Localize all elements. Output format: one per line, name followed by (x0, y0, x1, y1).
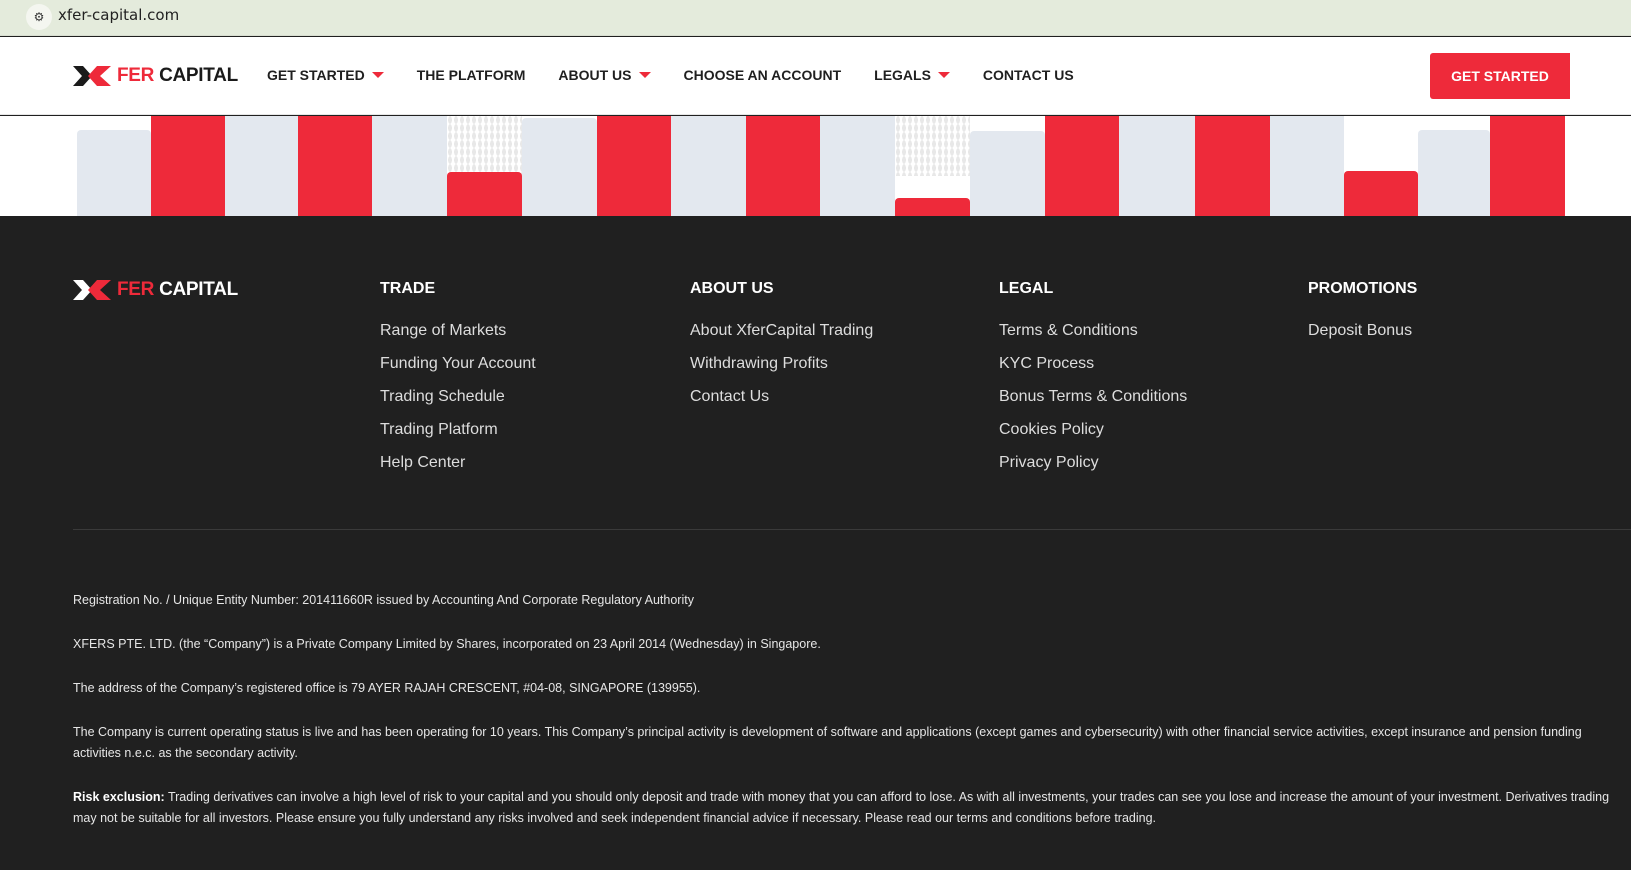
red-bar (746, 116, 820, 216)
footer-column-legal: LEGAL Terms & Conditions KYC Process Bonus … (999, 280, 1187, 487)
footer-link[interactable]: Privacy Policy (999, 454, 1187, 474)
footer-link[interactable]: Trading Platform (380, 421, 536, 441)
nav-item-about-us[interactable]: ABOUT US (558, 67, 651, 83)
chevron-down-icon (638, 72, 651, 78)
footer-divider (73, 529, 1631, 530)
get-started-button[interactable]: GET STARTED (1430, 53, 1570, 99)
logo-fer: FER (117, 279, 155, 300)
risk-body: Trading derivatives can involve a high l… (73, 790, 1610, 825)
nav-item-label: GET STARTED (267, 67, 365, 83)
decorative-bars (0, 116, 1631, 216)
footer-column-about-us: ABOUT US About XferCapital Trading Withdra… (690, 280, 873, 421)
logo-capital: CAPITAL (159, 279, 238, 300)
footer-link[interactable]: Help Center (380, 454, 536, 474)
footer-column-title: PROMOTIONS (1308, 280, 1418, 297)
gray-bar (522, 118, 597, 216)
footer-logo[interactable]: FER CAPITAL (73, 278, 238, 302)
footer-column-title: LEGAL (999, 280, 1054, 297)
gray-bar (970, 131, 1045, 216)
red-bar (1045, 116, 1119, 216)
footer-column-title: ABOUT US (690, 280, 774, 297)
nav-item-the-platform[interactable]: THE PLATFORM (417, 67, 526, 83)
url-text[interactable]: xfer-capital.com (58, 6, 179, 24)
red-bar (1195, 116, 1270, 216)
red-bar (298, 116, 372, 216)
footer-column-promotions: PROMOTIONS Deposit Bonus (1308, 280, 1417, 355)
gray-bar (1270, 116, 1344, 216)
logo-x-icon (73, 280, 111, 300)
header-nav: FER CAPITAL GET STARTED THE PLATFORM ABOUT… (0, 37, 1631, 115)
footer-link[interactable]: Terms & Conditions (999, 322, 1187, 342)
red-bar (447, 172, 522, 216)
company-text: XFERS PTE. LTD. (the “Company”) is a Pri… (73, 637, 821, 651)
gray-bar (820, 116, 895, 216)
gray-bar (225, 116, 298, 216)
risk-label: Risk exclusion: (73, 790, 165, 804)
footer-link[interactable]: KYC Process (999, 355, 1187, 375)
footer-link[interactable]: Range of Markets (380, 322, 536, 342)
nav-item-contact-us[interactable]: CONTACT US (983, 67, 1074, 83)
dot-pattern (895, 116, 970, 176)
status-text: The Company is current operating status … (73, 725, 1582, 760)
red-bar (1490, 116, 1565, 216)
logo-fer: FER (117, 65, 155, 86)
gray-bar (1418, 130, 1490, 216)
red-bar (895, 198, 970, 216)
legal-text: Registration No. / Unique Entity Number:… (73, 590, 1623, 852)
gray-bar (77, 130, 151, 216)
footer-link[interactable]: Cookies Policy (999, 421, 1187, 441)
footer-link[interactable]: Trading Schedule (380, 388, 536, 408)
footer-column-trade: TRADE Range of Markets Funding Your Accoun… (380, 280, 536, 487)
footer-link[interactable]: Bonus Terms & Conditions (999, 388, 1187, 408)
site-logo[interactable]: FER CAPITAL (73, 64, 238, 88)
browser-address-bar: ⚙ xfer-capital.com (0, 0, 1631, 36)
footer-link[interactable]: Funding Your Account (380, 355, 536, 375)
gray-bar (671, 116, 746, 216)
gray-bar (1119, 116, 1195, 216)
nav-item-label: CONTACT US (982, 67, 1074, 83)
url-pill[interactable] (22, 4, 1631, 30)
footer-link[interactable]: Contact Us (690, 388, 873, 408)
footer-link[interactable]: Withdrawing Profits (690, 355, 873, 375)
footer-link[interactable]: Deposit Bonus (1308, 322, 1417, 342)
chevron-down-icon (937, 72, 950, 78)
nav-item-label: ABOUT US (558, 67, 632, 83)
nav-item-choose-an-account[interactable]: CHOOSE AN ACCOUNT (684, 67, 842, 83)
address-text: The address of the Company’s registered … (73, 681, 701, 695)
logo-x-icon (73, 66, 111, 86)
footer-link[interactable]: About XferCapital Trading (690, 322, 873, 342)
chevron-down-icon (371, 72, 384, 78)
registration-text: Registration No. / Unique Entity Number:… (73, 593, 694, 607)
dot-pattern (447, 116, 522, 176)
footer: FER CAPITAL TRADE Range of Markets Funding… (0, 216, 1631, 870)
red-bar (597, 116, 671, 216)
risk-text: Risk exclusion: Trading derivatives can … (73, 787, 1623, 829)
main-menu: GET STARTED THE PLATFORM ABOUT US CHOOSE AN… (267, 67, 1107, 83)
nav-item-get-started[interactable]: GET STARTED (267, 67, 384, 83)
nav-item-label: LEGALS (874, 67, 931, 83)
footer-column-title: TRADE (380, 280, 436, 297)
red-bar (1344, 171, 1418, 216)
nav-item-legals[interactable]: LEGALS (874, 67, 950, 83)
nav-item-label: CHOOSE AN ACCOUNT (683, 67, 842, 83)
logo-capital: CAPITAL (159, 65, 238, 86)
nav-item-label: THE PLATFORM (416, 67, 526, 83)
red-bar (151, 116, 225, 216)
tune-icon[interactable]: ⚙ (26, 4, 52, 30)
gray-bar (372, 116, 447, 216)
